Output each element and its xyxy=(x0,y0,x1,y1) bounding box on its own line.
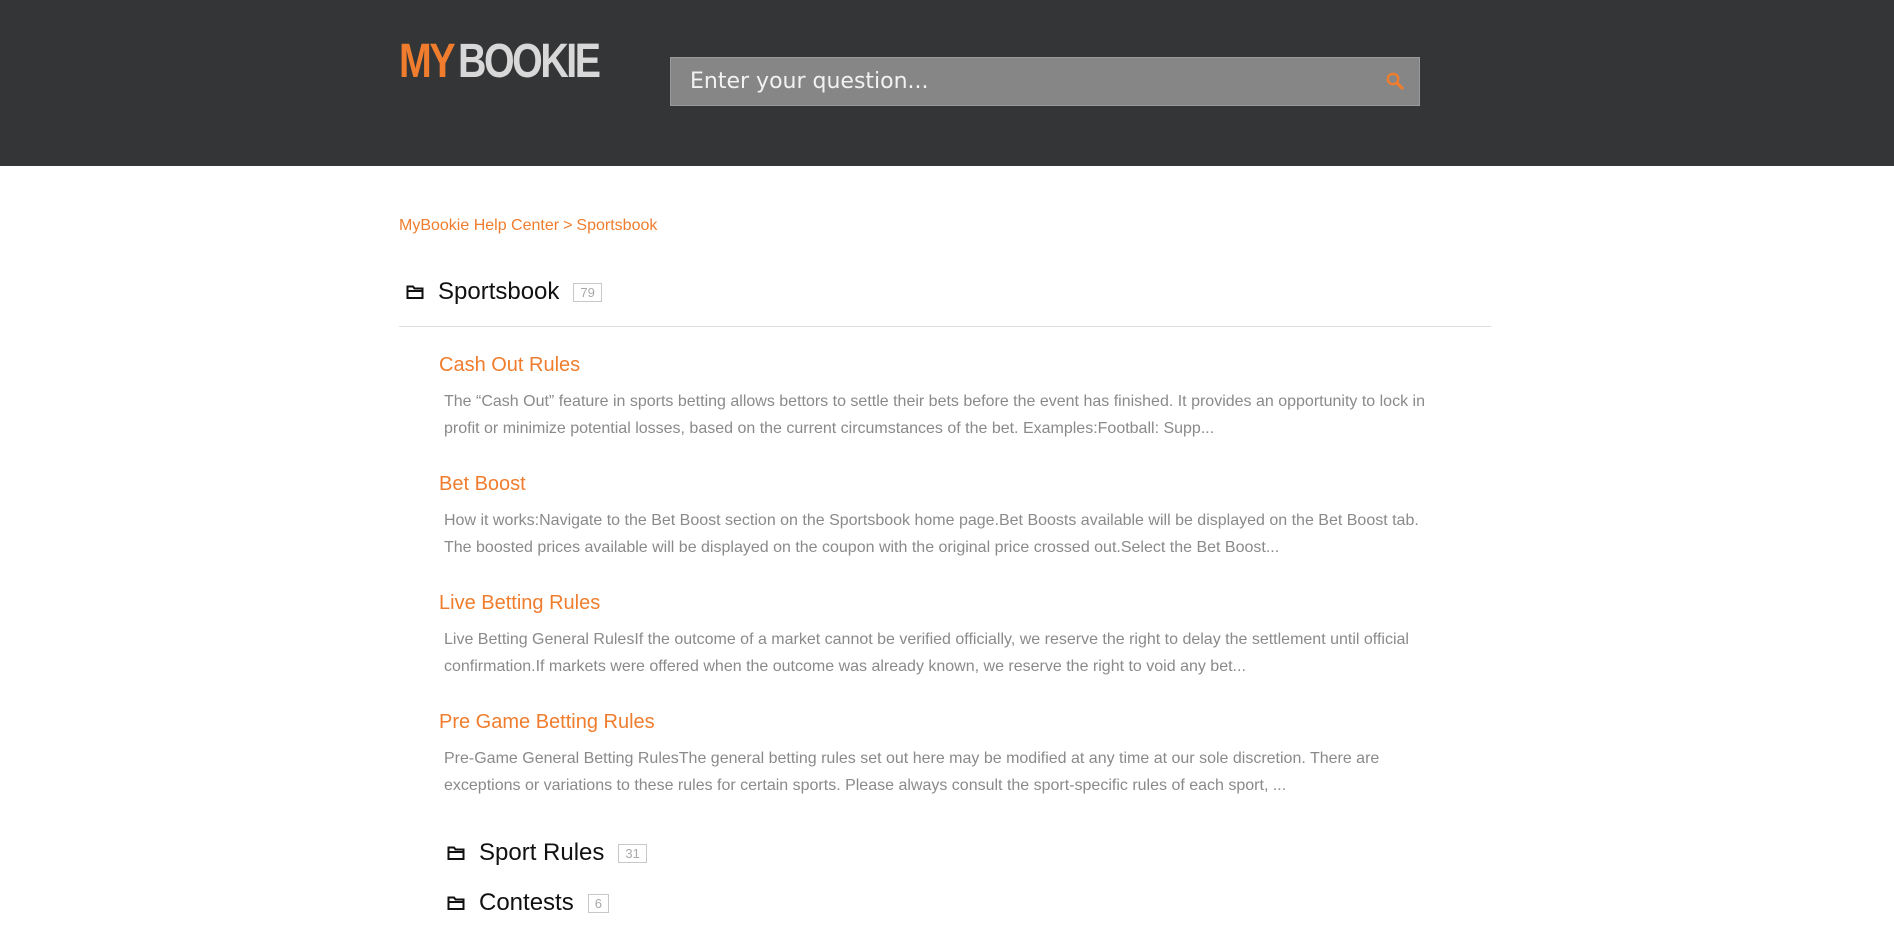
article-count-badge: 79 xyxy=(573,282,602,302)
breadcrumb-current-link[interactable]: Sportsbook xyxy=(576,217,657,234)
search-bar xyxy=(670,57,1420,106)
subcategory-title[interactable]: Sport Rules xyxy=(479,839,604,867)
article-excerpt: The “Cash Out” feature in sports betting… xyxy=(444,393,1425,437)
subcategory-count-badge: 31 xyxy=(618,843,647,863)
breadcrumb-separator: > xyxy=(563,217,573,234)
article-item: Cash Out Rules The “Cash Out” feature in… xyxy=(439,352,1449,442)
subcategory-sport-rules[interactable]: Sport Rules 31 xyxy=(447,838,647,868)
article-title-link[interactable]: Cash Out Rules xyxy=(439,352,580,378)
subcategory-contests[interactable]: Contests 6 xyxy=(447,888,609,918)
article-item: Bet Boost How it works:Navigate to the B… xyxy=(439,471,1449,561)
section-title: Sportsbook xyxy=(438,278,560,305)
folder-icon xyxy=(406,284,424,300)
site-header: MY BOOKIE xyxy=(0,0,1894,166)
article-item: Live Betting Rules Live Betting General … xyxy=(439,590,1449,680)
article-title-link[interactable]: Live Betting Rules xyxy=(439,590,600,616)
article-title-link[interactable]: Bet Boost xyxy=(439,471,526,497)
breadcrumb: MyBookie Help Center > Sportsbook xyxy=(399,217,657,235)
folder-icon xyxy=(447,895,465,911)
mybookie-logo[interactable]: MY BOOKIE xyxy=(399,35,601,88)
logo-part-my: MY xyxy=(399,35,456,88)
section-divider xyxy=(399,326,1491,327)
subcategory-title[interactable]: Contests xyxy=(479,889,574,917)
article-title-link[interactable]: Pre Game Betting Rules xyxy=(439,709,655,735)
logo-part-bookie: BOOKIE xyxy=(458,35,601,88)
section-header: Sportsbook 79 xyxy=(406,277,602,307)
search-input[interactable] xyxy=(671,58,1380,105)
breadcrumb-home-link[interactable]: MyBookie Help Center xyxy=(399,217,559,234)
article-excerpt: Pre-Game General Betting RulesThe genera… xyxy=(444,750,1380,794)
folder-icon xyxy=(447,845,465,861)
article-item: Pre Game Betting Rules Pre-Game General … xyxy=(439,709,1449,799)
search-icon[interactable] xyxy=(1385,71,1407,93)
subcategory-count-badge: 6 xyxy=(587,893,609,913)
article-excerpt: Live Betting General RulesIf the outcome… xyxy=(444,631,1409,675)
article-excerpt: How it works:Navigate to the Bet Boost s… xyxy=(444,512,1419,556)
